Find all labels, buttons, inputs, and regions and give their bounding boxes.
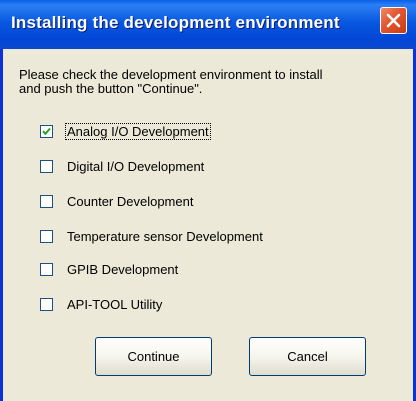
checkmark-icon: [42, 127, 51, 135]
checkbox-temperature-sensor[interactable]: [40, 229, 53, 243]
option-temperature-sensor[interactable]: Temperature sensor Development: [40, 226, 263, 246]
window-title: Installing the development environment: [11, 13, 340, 32]
option-label: Analog I/O Development: [65, 122, 211, 140]
option-gpib[interactable]: GPIB Development: [40, 259, 178, 279]
dialog-body: Please check the development environment…: [3, 49, 413, 401]
option-label: Digital I/O Development: [67, 158, 205, 174]
option-analog-io[interactable]: Analog I/O Development: [40, 121, 211, 141]
checkbox-gpib[interactable]: [40, 262, 53, 276]
title-bar[interactable]: Installing the development environment: [0, 0, 416, 49]
instructions-line-1: Please check the development environment…: [19, 67, 323, 82]
option-digital-io[interactable]: Digital I/O Development: [40, 156, 204, 176]
instructions-line-2: and push the button "Continue".: [19, 81, 203, 96]
option-counter[interactable]: Counter Development: [40, 191, 193, 211]
checkbox-counter[interactable]: [40, 194, 53, 208]
instructions-text: Please check the development environment…: [19, 68, 399, 96]
option-api-tool[interactable]: API-TOOL Utility: [40, 294, 162, 314]
checkbox-api-tool[interactable]: [40, 297, 53, 311]
checkbox-digital-io[interactable]: [40, 159, 53, 173]
option-label: Temperature sensor Development: [67, 228, 263, 244]
option-label: GPIB Development: [67, 261, 179, 277]
close-icon: [386, 13, 401, 28]
option-label: API-TOOL Utility: [67, 296, 163, 312]
close-button[interactable]: [380, 7, 407, 34]
cancel-button[interactable]: Cancel: [249, 337, 366, 376]
option-label: Counter Development: [67, 193, 194, 209]
checkbox-analog-io[interactable]: [40, 124, 53, 138]
dialog-window: Installing the development environment P…: [0, 0, 416, 401]
continue-button[interactable]: Continue: [95, 337, 212, 376]
